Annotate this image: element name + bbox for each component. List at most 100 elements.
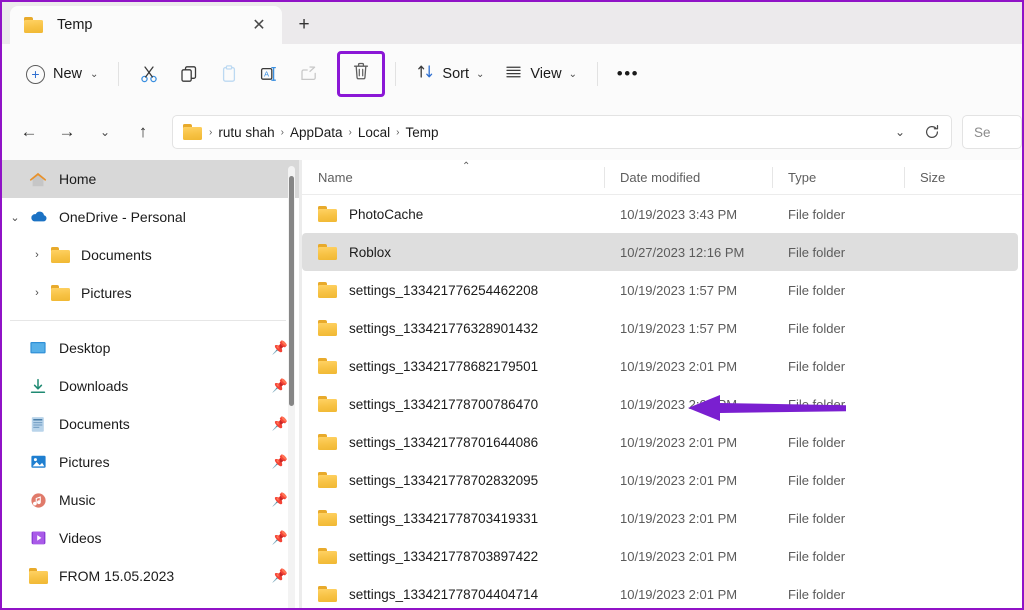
sidebar-item-videos[interactable]: Videos 📌: [2, 519, 302, 557]
sidebar-item-downloads[interactable]: Downloads 📌: [2, 367, 302, 405]
sidebar-scrollbar-thumb[interactable]: [289, 176, 294, 406]
sidebar-item-documents[interactable]: Documents 📌: [2, 405, 302, 443]
file-explorer-window: Temp ✕ + + New ⌄: [0, 0, 1024, 610]
pin-icon[interactable]: 📌: [272, 416, 288, 432]
sidebar-divider: [10, 320, 286, 321]
column-header-type[interactable]: Type: [772, 160, 904, 195]
sidebar-item-label: Music: [59, 492, 96, 508]
search-input[interactable]: Se: [962, 115, 1022, 149]
address-bar-actions: ⌄: [885, 117, 947, 147]
new-button-label: New: [53, 66, 82, 82]
file-rows: PhotoCache 10/19/2023 3:43 PM File folder R…: [302, 195, 1022, 608]
toolbar-divider-3: [597, 62, 598, 86]
sidebar-scrollbar[interactable]: [288, 166, 295, 608]
sidebar-item-desktop[interactable]: Desktop 📌: [2, 329, 302, 367]
file-name-label: PhotoCache: [349, 207, 423, 222]
delete-button[interactable]: [343, 57, 379, 91]
breadcrumb-item-1[interactable]: AppData: [285, 123, 348, 142]
chevron-down-icon[interactable]: ⌄: [2, 211, 28, 224]
view-button[interactable]: View ⌄: [494, 57, 587, 91]
file-type-cell: File folder: [772, 397, 904, 412]
table-row[interactable]: settings_13342177632890143210/19/2023 1:…: [302, 309, 1018, 347]
explorer-body: Home ⌄ OneDrive - Personal › Documents: [2, 160, 1022, 608]
file-name-cell: settings_133421778682179501: [302, 358, 604, 374]
sidebar-item-music[interactable]: Music 📌: [2, 481, 302, 519]
folder-icon: [318, 206, 337, 222]
cut-button[interactable]: [129, 55, 169, 93]
chevron-right-icon[interactable]: ›: [24, 249, 50, 261]
file-type-cell: File folder: [772, 473, 904, 488]
copy-button[interactable]: [169, 55, 209, 93]
table-row[interactable]: Roblox10/27/2023 12:16 PMFile folder: [302, 233, 1018, 271]
file-date-cell: 10/19/2023 2:01 PM: [604, 473, 772, 488]
sidebar-item-label: Pictures: [59, 454, 110, 470]
table-row[interactable]: settings_13342177870078647010/19/2023 2:…: [302, 385, 1018, 423]
chevron-down-icon[interactable]: ⌄: [885, 117, 915, 147]
folder-icon: [318, 282, 337, 298]
breadcrumb-separator: ›: [395, 127, 400, 138]
pin-icon[interactable]: 📌: [272, 530, 288, 546]
table-row[interactable]: settings_13342177870341933110/19/2023 2:…: [302, 499, 1018, 537]
sidebar-item-from-15-05-2023[interactable]: FROM 15.05.2023 📌: [2, 557, 302, 595]
forward-button[interactable]: →: [50, 115, 84, 149]
table-row[interactable]: settings_13342177868217950110/19/2023 2:…: [302, 347, 1018, 385]
back-button[interactable]: ←: [12, 115, 46, 149]
share-button[interactable]: [289, 55, 329, 93]
folder-icon: [318, 548, 337, 564]
pin-icon[interactable]: 📌: [272, 454, 288, 470]
rename-button[interactable]: A: [249, 55, 289, 93]
paste-button[interactable]: [209, 55, 249, 93]
pin-icon[interactable]: 📌: [272, 568, 288, 584]
sidebar-item-onedrive-pictures[interactable]: › Pictures: [2, 274, 302, 312]
more-options-button[interactable]: •••: [608, 57, 648, 91]
pin-icon[interactable]: 📌: [272, 492, 288, 508]
sidebar-item-onedrive[interactable]: ⌄ OneDrive - Personal: [2, 198, 302, 236]
file-date-cell: 10/27/2023 12:16 PM: [604, 245, 772, 260]
close-icon[interactable]: ✕: [246, 12, 272, 38]
table-row[interactable]: settings_13342177870283209510/19/2023 2:…: [302, 461, 1018, 499]
folder-icon: [318, 548, 337, 564]
file-name-label: settings_133421778701644086: [349, 435, 538, 450]
table-row[interactable]: settings_13342177870389742210/19/2023 2:…: [302, 537, 1018, 575]
folder-icon: [318, 320, 337, 336]
sort-button[interactable]: Sort ⌄: [406, 57, 494, 91]
new-button[interactable]: + New ⌄: [16, 57, 108, 91]
folder-icon: [318, 320, 337, 336]
file-name-cell: settings_133421776328901432: [302, 320, 604, 336]
paste-icon: [219, 64, 239, 84]
breadcrumb-item-3[interactable]: Temp: [401, 123, 444, 142]
sidebar-item-onedrive-documents[interactable]: › Documents: [2, 236, 302, 274]
breadcrumb-item-0[interactable]: rutu shah: [213, 123, 279, 142]
column-header-date-modified[interactable]: Date modified: [604, 160, 772, 195]
circle-plus-icon: +: [26, 65, 45, 84]
table-row[interactable]: settings_13342177625446220810/19/2023 1:…: [302, 271, 1018, 309]
command-toolbar: + New ⌄: [2, 44, 1022, 104]
recent-locations-button[interactable]: ⌄: [88, 115, 122, 149]
pin-icon[interactable]: 📌: [272, 340, 288, 356]
folder-icon: [318, 282, 337, 298]
desktop-icon: [28, 339, 48, 357]
address-bar[interactable]: › rutu shah › AppData › Local › Temp ⌄: [172, 115, 952, 149]
sidebar-item-pictures[interactable]: Pictures 📌: [2, 443, 302, 481]
sidebar-item-label: FROM 15.05.2023: [59, 568, 174, 584]
table-row[interactable]: settings_13342177870164408610/19/2023 2:…: [302, 423, 1018, 461]
tab-temp[interactable]: Temp ✕: [10, 6, 282, 44]
pin-icon[interactable]: 📌: [272, 378, 288, 394]
column-header-name[interactable]: Name ⌃: [302, 160, 604, 195]
table-row[interactable]: settings_13342177870440471410/19/2023 2:…: [302, 575, 1018, 608]
up-button[interactable]: ↑: [126, 115, 160, 149]
file-date-cell: 10/19/2023 3:43 PM: [604, 207, 772, 222]
sidebar-item-home[interactable]: Home: [2, 160, 302, 198]
file-date-cell: 10/19/2023 2:01 PM: [604, 397, 772, 412]
file-name-cell: settings_133421778701644086: [302, 434, 604, 450]
breadcrumb-item-2[interactable]: Local: [353, 123, 395, 142]
table-row[interactable]: PhotoCache10/19/2023 3:43 PMFile folder: [302, 195, 1018, 233]
new-tab-button[interactable]: +: [282, 6, 326, 44]
tab-strip: Temp ✕ +: [2, 2, 1022, 44]
svg-text:A: A: [264, 70, 270, 79]
refresh-icon[interactable]: [917, 117, 947, 147]
sort-arrows-icon: [416, 62, 435, 86]
file-date-cell: 10/19/2023 2:01 PM: [604, 359, 772, 374]
column-header-size[interactable]: Size: [904, 160, 994, 195]
chevron-right-icon[interactable]: ›: [24, 287, 50, 299]
